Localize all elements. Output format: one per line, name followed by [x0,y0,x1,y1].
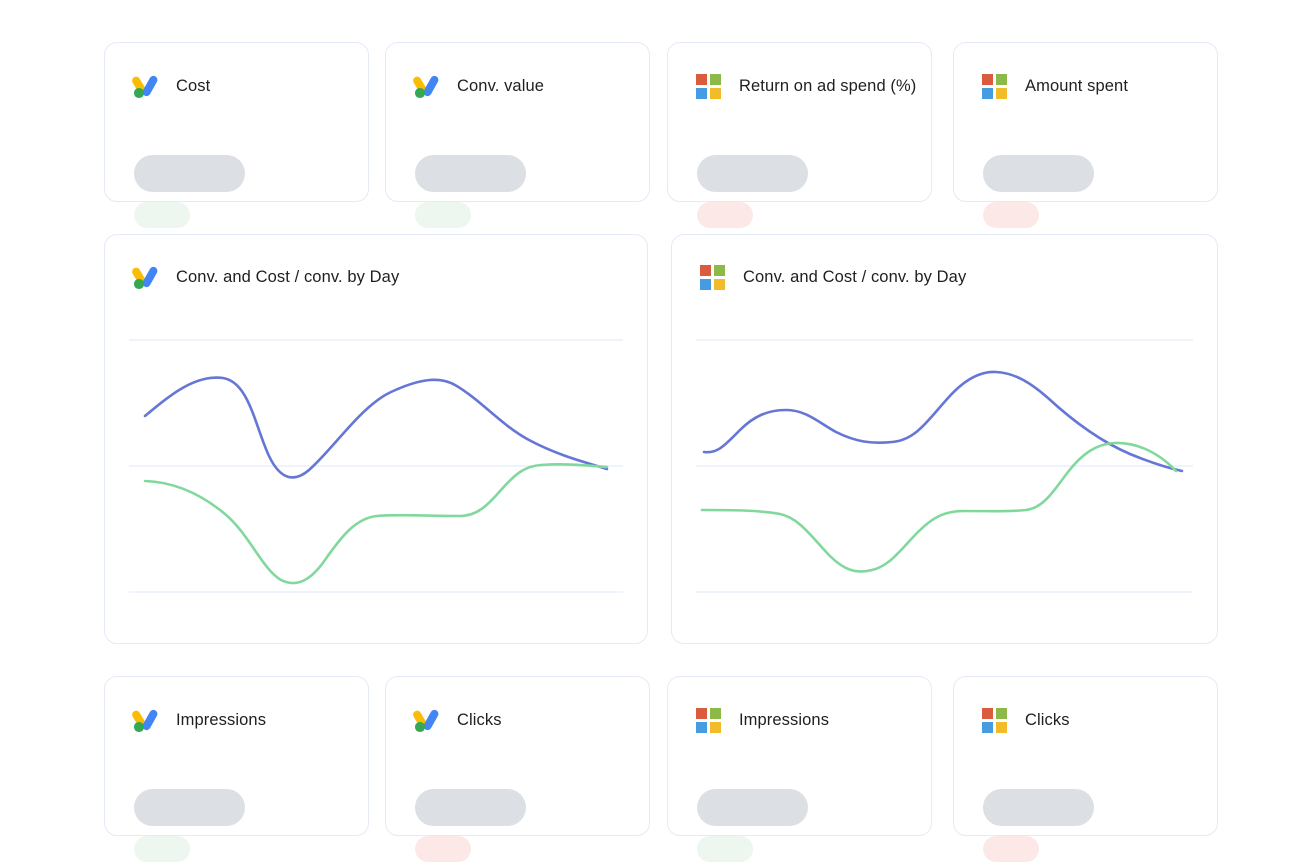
metric-delta-skeleton [983,202,1039,228]
metric-label: Clicks [457,710,502,729]
chart-title: Conv. and Cost / conv. by Day [743,267,967,286]
metric-value-skeleton [697,789,808,826]
google-ads-icon [411,707,440,733]
metric-label: Return on ad spend (%) [739,76,917,95]
metric-label: Cost [176,76,211,95]
metric-label: Clicks [1025,710,1070,729]
card-header: Conv. and Cost / conv. by Day [700,264,966,290]
metric-label: Impressions [176,710,267,729]
google-ads-icon [130,707,159,733]
metric-delta-skeleton [697,836,753,862]
microsoft-icon [982,74,1008,99]
metric-value-skeleton [983,789,1094,826]
metric-card-impressions-microsoft[interactable]: Impressions [667,676,932,862]
google-ads-icon [130,73,159,99]
metric-delta-skeleton [134,202,190,228]
card-header: Impressions [696,707,829,733]
metric-delta-skeleton [983,836,1039,862]
card-header: Conv. and Cost / conv. by Day [130,264,400,290]
metric-card-amount-spent[interactable]: Amount spent [953,42,1218,228]
card-header: Cost [130,73,211,99]
chart-plot-area [129,330,623,615]
metric-delta-skeleton [415,836,471,862]
google-ads-icon [130,264,159,290]
card-header: Clicks [982,707,1070,733]
metric-card-cost[interactable]: Cost [104,42,369,228]
microsoft-icon [982,708,1008,733]
google-ads-icon [411,73,440,99]
metric-delta-skeleton [134,836,190,862]
card-header: Clicks [411,707,502,733]
metric-card-clicks-google[interactable]: Clicks [385,676,650,862]
metric-value-skeleton [983,155,1094,192]
chart-card-google-ads[interactable]: Conv. and Cost / conv. by Day [104,234,648,644]
metric-value-skeleton [134,155,245,192]
series-line-cost-per-conv [143,463,609,585]
card-header: Return on ad spend (%) [696,73,916,99]
metric-label: Amount spent [1025,76,1129,95]
metric-value-skeleton [415,789,526,826]
card-header: Conv. value [411,73,545,99]
chart-card-microsoft[interactable]: Conv. and Cost / conv. by Day [671,234,1218,644]
metric-card-impressions-google[interactable]: Impressions [104,676,369,862]
metric-value-skeleton [697,155,808,192]
metric-delta-skeleton [415,202,471,228]
series-line-conv [702,370,1184,473]
metric-label: Impressions [739,710,830,729]
microsoft-icon [700,265,726,290]
metric-value-skeleton [134,789,245,826]
series-line-cost-per-conv [700,441,1178,573]
metric-card-clicks-microsoft[interactable]: Clicks [953,676,1218,862]
card-header: Amount spent [982,73,1128,99]
metric-value-skeleton [415,155,526,192]
metric-delta-skeleton [697,202,753,228]
series-line-conv [143,376,609,479]
metric-card-return-on-ad-spend[interactable]: Return on ad spend (%) [667,42,932,228]
card-header: Impressions [130,707,267,733]
chart-plot-area [696,330,1193,615]
metric-card-conv-value[interactable]: Conv. value [385,42,650,228]
chart-title: Conv. and Cost / conv. by Day [176,267,400,286]
metric-label: Conv. value [457,76,545,95]
microsoft-icon [696,74,722,99]
microsoft-icon [696,708,722,733]
dashboard-root: Cost Conv. value Return on ad spend (%) [0,0,1313,862]
